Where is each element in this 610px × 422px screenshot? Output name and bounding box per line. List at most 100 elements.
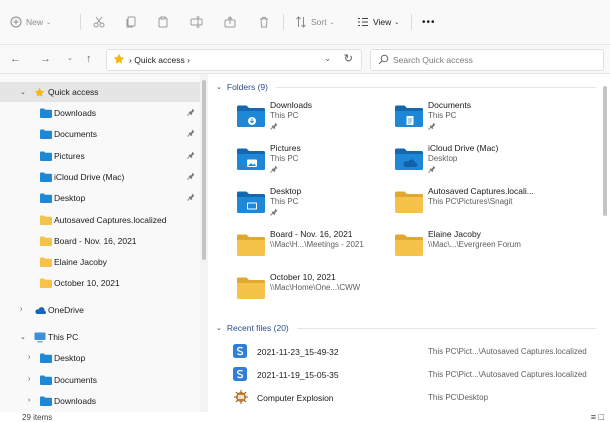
folder-tile-desktop[interactable]: Desktop This PC	[236, 184, 414, 226]
sidebar-item-label: Board - Nov. 16, 2021	[54, 235, 137, 246]
chevron-down-icon[interactable]: ⌄	[216, 324, 222, 332]
share-button[interactable]	[224, 13, 236, 31]
refresh-icon[interactable]: ↻	[344, 52, 353, 65]
scrollbar-thumb[interactable]	[603, 86, 607, 216]
recent-file-row[interactable]: 2021-11-19_15-05-35 This PC\Pict...\Autos…	[230, 365, 600, 385]
command-bar: New ⌄ Sort ⌄ View ⌄ •••	[0, 0, 610, 45]
icloud-folder-icon	[394, 147, 424, 173]
sidebar-item-onedrive[interactable]: › OneDrive	[0, 300, 200, 320]
pin-icon	[270, 165, 278, 175]
share-icon	[224, 16, 236, 28]
up-arrow-icon[interactable]: ↑	[86, 52, 92, 66]
copy-icon	[126, 16, 136, 28]
sidebar-item-label: Desktop	[54, 193, 86, 204]
sidebar-item-pc-downloads[interactable]: › Downloads	[0, 391, 200, 411]
desktop-folder-icon	[40, 193, 52, 205]
chevron-right-icon[interactable]: ›	[28, 376, 30, 383]
copy-button[interactable]	[125, 13, 137, 31]
recent-file-row[interactable]: Computer Explosion This PC\Desktop	[230, 388, 600, 408]
pin-icon	[187, 193, 195, 203]
sidebar-item-documents[interactable]: Documents	[0, 124, 200, 144]
content-pane: ⌄ Folders (9) Downloads This PC Documents T…	[210, 74, 600, 412]
sidebar-item-pc-documents[interactable]: › Documents	[0, 370, 200, 390]
folder-name: Downloads	[270, 100, 313, 110]
folder-tile-october-10-2021[interactable]: October 10, 2021 \\Mac\Home\One...\CWW	[236, 270, 414, 312]
folder-tile-downloads[interactable]: Downloads This PC	[236, 98, 414, 140]
sidebar-item-desktop[interactable]: Desktop	[0, 188, 200, 208]
recent-file-row[interactable]: 2021-11-23_15-49-32 This PC\Pict...\Autos…	[230, 342, 600, 362]
recent-locations-chevron-icon[interactable]: ⌄	[67, 52, 73, 66]
recent-file-location: This PC\Pict...\Autosaved Captures.local…	[428, 347, 587, 356]
navigation-scrollbar[interactable]	[200, 74, 208, 412]
chevron-right-icon[interactable]: ›	[28, 354, 30, 361]
star-icon	[113, 53, 125, 64]
chevron-right-icon[interactable]: ›	[28, 397, 30, 404]
folder-tile-pictures[interactable]: Pictures This PC	[236, 141, 414, 183]
chevron-down-icon[interactable]: ⌄	[216, 83, 222, 91]
breadcrumb[interactable]: › Quick access ›	[129, 55, 190, 65]
toolbar-divider	[411, 14, 412, 30]
pin-icon	[187, 172, 195, 182]
more-options-icon: •••	[422, 16, 436, 28]
pictures-folder-icon	[40, 151, 52, 163]
navigation-pane: ⌄ Quick access Downloads Documents Picture…	[0, 74, 200, 412]
cut-button[interactable]	[93, 13, 105, 31]
sidebar-item-october-10-2021[interactable]: October 10, 2021	[0, 273, 200, 293]
sidebar-item-icloud-drive-mac[interactable]: iCloud Drive (Mac)	[0, 167, 200, 187]
sidebar-item-pictures[interactable]: Pictures	[0, 146, 200, 166]
sidebar-item-this-pc[interactable]: ⌄ This PC	[0, 327, 200, 347]
this-pc-icon	[34, 332, 46, 343]
desktop-folder-icon	[236, 190, 266, 216]
paste-icon	[158, 16, 168, 28]
chevron-right-icon[interactable]: ›	[20, 306, 22, 313]
forward-arrow-icon[interactable]: →	[40, 52, 51, 66]
folder-tile-board-nov-16-2021[interactable]: Board - Nov. 16, 2021 \\Mac\H...\Meetings…	[236, 227, 414, 269]
new-button[interactable]: New ⌄	[10, 13, 51, 31]
plus-circle-icon	[10, 16, 22, 28]
search-input[interactable]	[393, 53, 593, 67]
sidebar-item-label: Quick access	[48, 87, 99, 97]
details-view-icon[interactable]: ≡	[591, 412, 596, 422]
sidebar-item-pc-desktop[interactable]: › Desktop	[0, 348, 200, 368]
sidebar-item-label: Documents	[54, 374, 97, 385]
sidebar-item-label: October 10, 2021	[54, 278, 120, 289]
folder-tile-autosaved-captures-locali[interactable]: Autosaved Captures.locali... This PC\Pict…	[394, 184, 572, 226]
sidebar-item-label: Downloads	[54, 108, 97, 118]
folders-group-header[interactable]: ⌄ Folders (9)	[216, 82, 596, 92]
address-bar[interactable]: › Quick access › ⌄ ↻	[106, 49, 362, 71]
recent-file-location: This PC\Pict...\Autosaved Captures.local…	[428, 370, 587, 379]
chevron-down-icon[interactable]: ⌄	[20, 88, 26, 96]
more-options-button[interactable]: •••	[422, 13, 436, 31]
folder-tile-elaine-jacoby[interactable]: Elaine Jacoby \\Mac\...\Evergreen Forum	[394, 227, 572, 269]
delete-button[interactable]	[258, 13, 270, 31]
pin-icon	[270, 122, 278, 132]
paste-button[interactable]	[157, 13, 169, 31]
sort-button[interactable]: Sort ⌄	[295, 13, 335, 31]
search-box[interactable]	[370, 49, 604, 71]
folder-location: This PC\Pictures\Snagit	[428, 197, 513, 206]
pin-icon	[187, 151, 195, 161]
chevron-down-icon[interactable]: ⌄	[20, 333, 26, 341]
pin-icon	[187, 129, 195, 139]
folder-tile-icloud-drive-mac[interactable]: iCloud Drive (Mac) Desktop	[394, 141, 572, 183]
sidebar-item-quick-access[interactable]: ⌄ Quick access	[0, 82, 200, 102]
toolbar-divider	[80, 14, 81, 30]
content-scrollbar[interactable]	[600, 74, 610, 412]
folder-blue-icon	[40, 353, 52, 365]
recent-file-location: This PC\Desktop	[428, 393, 489, 402]
sidebar-item-board-nov-16-2021[interactable]: Board - Nov. 16, 2021	[0, 231, 200, 251]
sidebar-item-elaine-jacoby[interactable]: Elaine Jacoby	[0, 252, 200, 272]
view-toggle[interactable]: ≡ □	[591, 412, 604, 422]
back-arrow-icon[interactable]: ←	[10, 52, 21, 66]
folder-icon	[394, 190, 424, 216]
sidebar-item-autosaved-captures-localized[interactable]: Autosaved Captures.localized	[0, 210, 200, 230]
recent-group-header[interactable]: ⌄ Recent files (20)	[216, 323, 596, 333]
chevron-down-icon: ⌄	[329, 19, 335, 26]
view-button[interactable]: View ⌄	[357, 13, 399, 31]
tiles-view-icon[interactable]: □	[599, 412, 604, 422]
folder-tile-documents[interactable]: Documents This PC	[394, 98, 572, 140]
address-dropdown-icon[interactable]: ⌄	[324, 54, 331, 63]
rename-button[interactable]	[190, 13, 203, 31]
scrollbar-thumb[interactable]	[202, 80, 206, 260]
sidebar-item-downloads[interactable]: Downloads	[0, 103, 200, 123]
